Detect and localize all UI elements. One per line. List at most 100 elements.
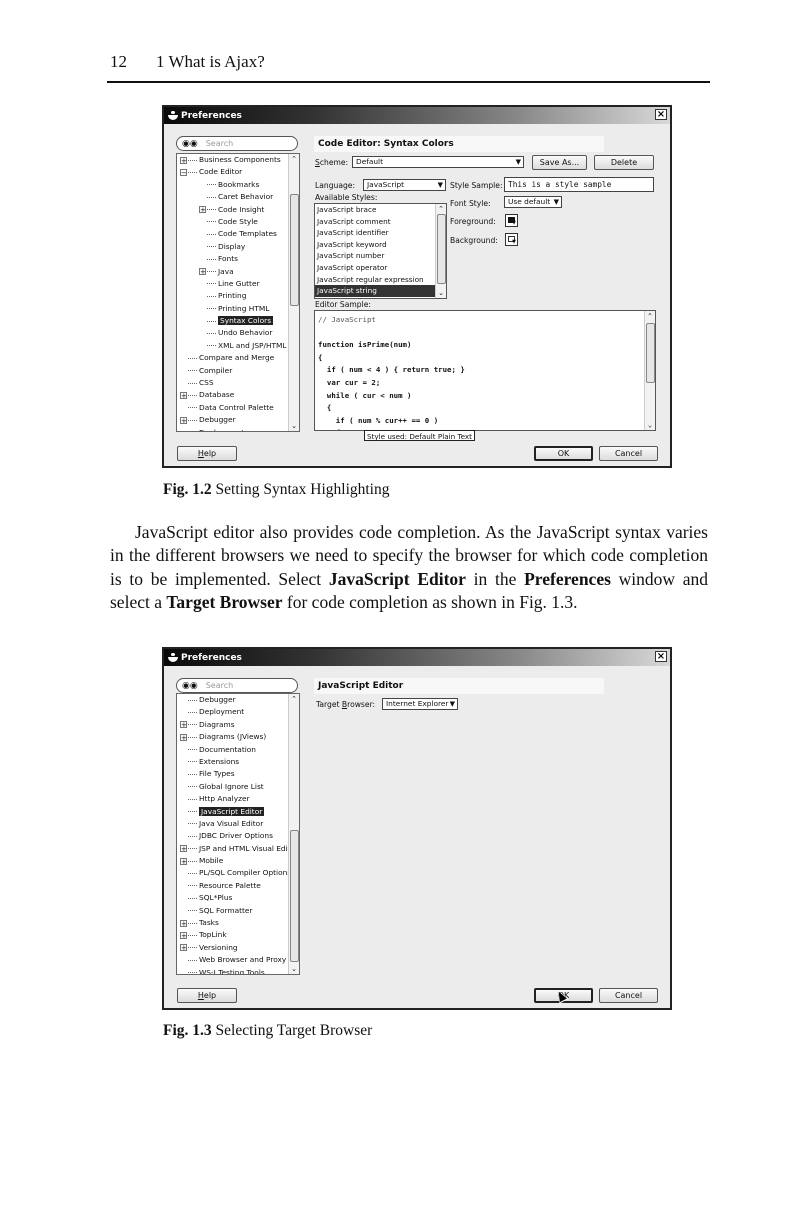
expand-icon[interactable]: +: [180, 733, 187, 741]
expand-icon[interactable]: +: [180, 919, 187, 927]
tree-item[interactable]: Data Control Palette: [177, 402, 299, 414]
tree-item[interactable]: File Types: [177, 768, 299, 780]
expand-icon[interactable]: +: [180, 416, 187, 424]
style-list-item[interactable]: JavaScript brace: [315, 204, 446, 216]
tree-item[interactable]: Bookmarks: [177, 179, 299, 191]
tree-item[interactable]: CSS: [177, 377, 299, 389]
tree-scrollbar[interactable]: ⌃ ⌄: [288, 154, 299, 431]
tree-item[interactable]: Line Gutter: [177, 278, 299, 290]
editor-scrollbar[interactable]: ⌃ ⌄: [644, 311, 655, 430]
help-button[interactable]: Help: [177, 446, 237, 461]
tree-item[interactable]: Deployment: [177, 706, 299, 718]
tree-item[interactable]: − Code Editor: [177, 166, 299, 178]
scroll-down-icon[interactable]: ⌄: [289, 964, 299, 974]
expand-icon[interactable]: +: [180, 156, 187, 164]
collapse-icon[interactable]: −: [180, 168, 187, 176]
background-color-button[interactable]: ▼: [505, 233, 518, 246]
style-list-item[interactable]: JavaScript number: [315, 250, 446, 262]
font-style-select[interactable]: Use default ▼: [504, 196, 562, 208]
tree-item[interactable]: + Diagrams: [177, 719, 299, 731]
tree-item[interactable]: + Business Components: [177, 154, 299, 166]
scroll-up-icon[interactable]: ⌃: [436, 204, 446, 214]
tree-scrollbar[interactable]: ⌃ ⌄: [288, 694, 299, 974]
foreground-color-button[interactable]: ▼: [505, 214, 518, 227]
cancel-button[interactable]: Cancel: [599, 446, 658, 461]
tree-item[interactable]: Caret Behavior: [177, 191, 299, 203]
tree-item[interactable]: Global Ignore List: [177, 781, 299, 793]
styles-scrollbar[interactable]: ⌃ ⌄: [435, 204, 446, 298]
style-list-item[interactable]: JavaScript keyword: [315, 239, 446, 251]
scroll-up-icon[interactable]: ⌃: [289, 694, 299, 704]
scroll-thumb[interactable]: [290, 830, 299, 962]
preferences-tree[interactable]: Debugger Deployment + Diagrams + Diagrams (JV…: [176, 693, 300, 975]
close-button[interactable]: ×: [655, 109, 667, 120]
tree-item[interactable]: WS-I Testing Tools: [177, 967, 299, 974]
expand-icon[interactable]: +: [199, 268, 206, 276]
search-input[interactable]: ◉◉ Search: [176, 678, 298, 693]
tree-item[interactable]: Http Analyzer: [177, 793, 299, 805]
tree-item[interactable]: Debugger: [177, 694, 299, 706]
tree-item[interactable]: Java Visual Editor: [177, 818, 299, 830]
scroll-down-icon[interactable]: ⌄: [645, 420, 655, 430]
expand-icon[interactable]: +: [180, 391, 187, 399]
tree-item[interactable]: Compare and Merge: [177, 352, 299, 364]
expand-icon[interactable]: +: [180, 845, 187, 853]
dialog-titlebar[interactable]: Preferences ×: [164, 107, 670, 124]
scroll-down-icon[interactable]: ⌄: [436, 288, 446, 298]
scroll-thumb[interactable]: [290, 194, 299, 306]
style-list-item[interactable]: JavaScript comment: [315, 216, 446, 228]
expand-icon[interactable]: +: [199, 206, 206, 214]
tree-item[interactable]: + Tasks: [177, 917, 299, 929]
ok-button[interactable]: OK: [534, 446, 593, 461]
tree-item[interactable]: Code Templates: [177, 228, 299, 240]
tree-item[interactable]: + Database: [177, 389, 299, 401]
tree-item[interactable]: + JSP and HTML Visual Editor: [177, 843, 299, 855]
tree-item[interactable]: Syntax Colors: [177, 315, 299, 327]
scroll-up-icon[interactable]: ⌃: [645, 311, 655, 321]
scroll-thumb[interactable]: [437, 214, 446, 284]
expand-icon[interactable]: +: [180, 944, 187, 952]
target-browser-select[interactable]: Internet Explorer ▼: [382, 698, 458, 710]
style-list-item[interactable]: JavaScript string: [315, 285, 446, 297]
cancel-button[interactable]: Cancel: [599, 988, 658, 1003]
expand-icon[interactable]: +: [180, 857, 187, 865]
tree-item[interactable]: Deployment: [177, 427, 299, 431]
language-select[interactable]: JavaScript ▼: [363, 179, 446, 191]
tree-item[interactable]: + Versioning: [177, 942, 299, 954]
save-as-button[interactable]: Save As...: [532, 155, 587, 170]
tree-item[interactable]: JavaScript Editor: [177, 806, 299, 818]
scheme-select[interactable]: Default ▼: [352, 156, 524, 168]
dialog-titlebar[interactable]: Preferences ×: [164, 649, 670, 666]
tree-item[interactable]: Documentation: [177, 744, 299, 756]
tree-item[interactable]: Compiler: [177, 365, 299, 377]
preferences-tree[interactable]: + Business Components − Code Editor Bookmark…: [176, 153, 300, 432]
tree-item[interactable]: + TopLink: [177, 929, 299, 941]
tree-item[interactable]: Undo Behavior: [177, 327, 299, 339]
editor-sample[interactable]: // JavaScript function isPrime(num) { if …: [314, 310, 656, 431]
scroll-thumb[interactable]: [646, 323, 655, 383]
tree-item[interactable]: Printing HTML: [177, 303, 299, 315]
tree-item[interactable]: SQL Formatter: [177, 905, 299, 917]
tree-item[interactable]: + Diagrams (JViews): [177, 731, 299, 743]
help-button[interactable]: Help: [177, 988, 237, 1003]
style-list-item[interactable]: JavaScript regular expression: [315, 274, 446, 286]
tree-item[interactable]: Fonts: [177, 253, 299, 265]
tree-item[interactable]: JDBC Driver Options: [177, 830, 299, 842]
tree-item[interactable]: Printing: [177, 290, 299, 302]
tree-item[interactable]: Extensions: [177, 756, 299, 768]
tree-item[interactable]: XML and JSP/HTML: [177, 340, 299, 352]
delete-button[interactable]: Delete: [594, 155, 654, 170]
search-input[interactable]: ◉◉ Search: [176, 136, 298, 151]
tree-item[interactable]: + Debugger: [177, 414, 299, 426]
tree-item[interactable]: + Mobile: [177, 855, 299, 867]
tree-item[interactable]: Code Style: [177, 216, 299, 228]
tree-item[interactable]: Display: [177, 241, 299, 253]
available-styles-list[interactable]: JavaScript brace JavaScript comment JavaSc…: [314, 203, 447, 299]
style-list-item[interactable]: JavaScript identifier: [315, 227, 446, 239]
style-list-item[interactable]: JavaScript operator: [315, 262, 446, 274]
expand-icon[interactable]: +: [180, 931, 187, 939]
tree-item[interactable]: + Code Insight: [177, 204, 299, 216]
scroll-down-icon[interactable]: ⌄: [289, 421, 299, 431]
tree-item[interactable]: Resource Palette: [177, 880, 299, 892]
tree-item[interactable]: Web Browser and Proxy: [177, 954, 299, 966]
